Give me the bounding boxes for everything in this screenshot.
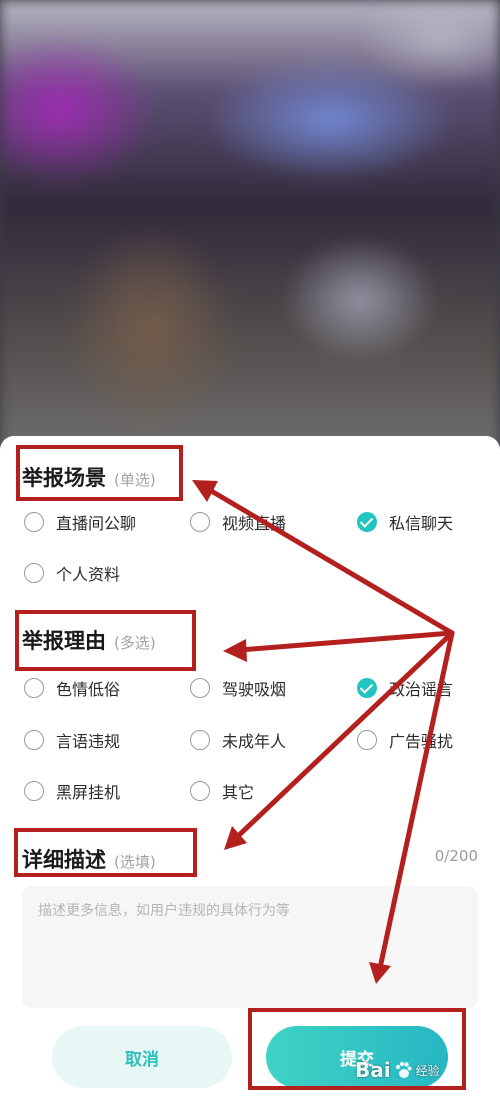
baidu-watermark: Bai 经验 bbox=[355, 1058, 440, 1082]
checkbox-icon bbox=[24, 678, 44, 698]
scene-option-private-message[interactable]: 私信聊天 bbox=[357, 509, 453, 535]
scene-option-profile[interactable]: 个人资料 bbox=[24, 560, 120, 586]
option-label: 驾驶吸烟 bbox=[222, 680, 287, 699]
reason-option-other[interactable]: 其它 bbox=[190, 778, 254, 804]
checkbox-icon bbox=[24, 781, 44, 801]
option-label: 政治谣言 bbox=[389, 680, 454, 699]
scene-option-video-live[interactable]: 视频直播 bbox=[190, 509, 286, 535]
checked-radio-icon bbox=[357, 512, 377, 532]
option-label: 色情低俗 bbox=[56, 680, 121, 699]
reason-option-vulgar[interactable]: 色情低俗 bbox=[24, 675, 120, 701]
radio-icon bbox=[24, 512, 44, 532]
reason-option-political-rumor[interactable]: 政治谣言 bbox=[357, 675, 453, 701]
reason-option-minor[interactable]: 未成年人 bbox=[190, 727, 286, 753]
reason-option-black-screen[interactable]: 黑屏挂机 bbox=[24, 778, 120, 804]
checkbox-icon bbox=[24, 730, 44, 750]
reason-option-ad-spam[interactable]: 广告骚扰 bbox=[357, 727, 453, 753]
option-label: 个人资料 bbox=[56, 565, 121, 584]
option-label: 广告骚扰 bbox=[389, 732, 454, 751]
watermark-sub: 经验 bbox=[415, 1063, 440, 1078]
cancel-button[interactable]: 取消 bbox=[52, 1026, 232, 1088]
option-label: 私信聊天 bbox=[389, 514, 454, 533]
watermark-brand: Bai bbox=[355, 1058, 391, 1082]
annotation-box-reason bbox=[15, 610, 196, 671]
detail-description-input[interactable] bbox=[22, 886, 478, 1008]
paw-icon bbox=[395, 1061, 412, 1078]
checkbox-icon bbox=[190, 781, 210, 801]
scene-option-public-chat[interactable]: 直播间公聊 bbox=[24, 509, 136, 535]
reason-option-driving-smoking[interactable]: 驾驶吸烟 bbox=[190, 675, 286, 701]
option-label: 未成年人 bbox=[222, 732, 287, 751]
option-label: 黑屏挂机 bbox=[56, 783, 121, 802]
option-label: 其它 bbox=[222, 783, 255, 802]
live-video-background bbox=[0, 0, 500, 460]
checkbox-icon bbox=[190, 678, 210, 698]
annotation-box-detail bbox=[14, 828, 197, 877]
char-counter: 0/200 bbox=[434, 847, 478, 865]
checked-checkbox-icon bbox=[357, 678, 377, 698]
checkbox-icon bbox=[190, 730, 210, 750]
checkbox-icon bbox=[357, 730, 377, 750]
option-label: 直播间公聊 bbox=[56, 514, 137, 533]
annotation-box-scene bbox=[16, 445, 183, 501]
option-label: 视频直播 bbox=[222, 514, 287, 533]
radio-icon bbox=[190, 512, 210, 532]
reason-option-verbal-abuse[interactable]: 言语违规 bbox=[24, 727, 120, 753]
radio-icon bbox=[24, 563, 44, 583]
option-label: 言语违规 bbox=[56, 732, 121, 751]
